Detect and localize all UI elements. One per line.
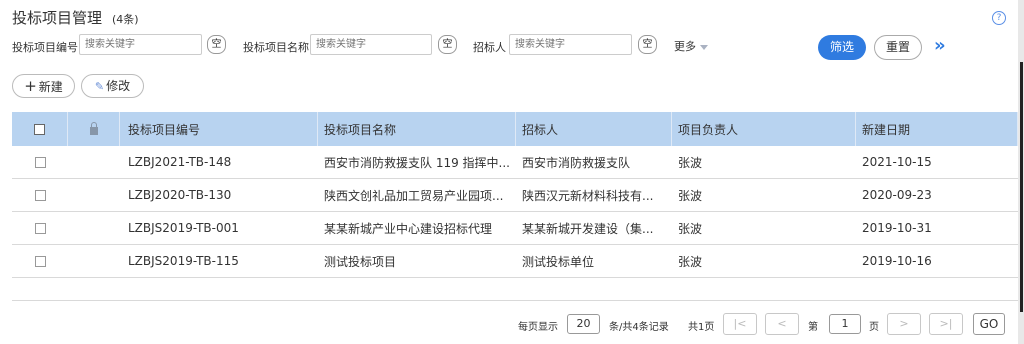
filter-label-name: 投标项目名称	[243, 41, 309, 54]
table-empty-space	[12, 278, 1018, 301]
cell-name: 测试投标项目	[324, 254, 397, 269]
lock-column	[68, 112, 120, 146]
cell-date: 2020-09-23	[862, 188, 932, 202]
column-header-name[interactable]: 投标项目名称	[318, 112, 516, 146]
select-all-checkbox[interactable]	[34, 123, 45, 135]
table-row[interactable]: LZBJS2019-TB-115 测试投标项目 测试投标单位 张波 2019-1…	[12, 245, 1018, 278]
reset-button[interactable]: 重置	[874, 35, 922, 60]
per-page-label: 每页显示	[518, 322, 558, 333]
more-filters-toggle[interactable]: 更多	[674, 38, 708, 54]
search-input-bidder[interactable]	[509, 34, 632, 55]
cell-owner: 张波	[678, 221, 703, 236]
pencil-icon: ✎	[94, 80, 105, 93]
clear-button-bidder[interactable]: 空	[638, 35, 657, 54]
row-checkbox[interactable]	[34, 255, 46, 267]
more-label: 更多	[674, 40, 696, 53]
per-page-input[interactable]: 20	[567, 314, 600, 334]
cell-code: LZBJS2019-TB-115	[128, 254, 239, 268]
new-button[interactable]: + 新建	[12, 74, 75, 98]
cell-date: 2019-10-31	[862, 221, 932, 235]
table-header: 投标项目编号 投标项目名称 招标人 项目负责人 新建日期	[12, 112, 1018, 146]
column-header-code[interactable]: 投标项目编号	[120, 112, 318, 146]
row-checkbox-cell	[12, 179, 68, 211]
page-number-input[interactable]: 1	[829, 314, 861, 334]
cell-owner: 张波	[678, 254, 703, 269]
row-checkbox[interactable]	[34, 222, 46, 234]
edge-bar	[1020, 62, 1023, 312]
record-count: (4条)	[112, 13, 139, 26]
column-header-bidder[interactable]: 招标人	[516, 112, 672, 146]
cell-owner: 张波	[678, 155, 703, 170]
page-label: 第	[808, 322, 818, 333]
cell-code: LZBJS2019-TB-001	[128, 221, 239, 235]
table-row[interactable]: LZBJ2020-TB-130 陕西文创礼品加工贸易产业园项... 陕西汉元新材…	[12, 179, 1018, 212]
cell-name: 陕西文创礼品加工贸易产业园项...	[324, 188, 504, 203]
cell-code: LZBJ2020-TB-130	[128, 188, 232, 202]
cell-code: LZBJ2021-TB-148	[128, 155, 232, 169]
edit-button[interactable]: ✎ 修改	[81, 74, 144, 98]
cell-bidder: 陕西汉元新材料科技有...	[522, 188, 654, 203]
last-page-button[interactable]: >|	[929, 313, 963, 335]
column-header-date[interactable]: 新建日期	[856, 112, 1018, 146]
cell-date: 2019-10-16	[862, 254, 932, 268]
filter-label-bidder: 招标人	[473, 41, 506, 54]
lock-cell	[68, 179, 120, 211]
cell-name: 西安市消防救援支队 119 指挥中...	[324, 155, 510, 170]
bid-project-panel: 投标项目管理 (4条) ? 投标项目编号 空 投标项目名称 空 招标人 空 更多…	[0, 0, 1018, 344]
lock-cell	[68, 245, 120, 277]
cell-bidder: 某某新城开发建设（集...	[522, 221, 654, 236]
cell-owner: 张波	[678, 188, 703, 203]
prev-page-button[interactable]: <	[765, 313, 799, 335]
records-text: 条/共4条记录	[609, 322, 669, 333]
caret-down-icon	[700, 44, 708, 50]
cell-bidder: 西安市消防救援支队	[522, 155, 631, 170]
next-page-button[interactable]: >	[887, 313, 921, 335]
plus-icon: +	[24, 77, 37, 95]
table-row[interactable]: LZBJS2019-TB-001 某某新城产业中心建设招标代理 某某新城开发建设…	[12, 212, 1018, 245]
page-title: 投标项目管理	[12, 9, 103, 27]
row-checkbox-cell	[12, 212, 68, 244]
cell-date: 2021-10-15	[862, 155, 932, 169]
double-chevron-right-icon[interactable]: »	[934, 35, 946, 57]
question-circle-icon[interactable]: ?	[992, 11, 1006, 25]
table-row[interactable]: LZBJ2021-TB-148 西安市消防救援支队 119 指挥中... 西安市…	[12, 146, 1018, 179]
bid-project-table: 投标项目编号 投标项目名称 招标人 项目负责人 新建日期 LZBJ2021-TB…	[12, 112, 1018, 301]
new-label: 新建	[38, 80, 63, 94]
column-header-owner[interactable]: 项目负责人	[672, 112, 856, 146]
search-input-code[interactable]	[79, 34, 202, 55]
row-checkbox-cell	[12, 245, 68, 277]
lock-icon	[89, 121, 98, 135]
filter-button[interactable]: 筛选	[818, 35, 866, 60]
cell-bidder: 测试投标单位	[522, 254, 595, 269]
cell-name: 某某新城产业中心建设招标代理	[324, 221, 493, 236]
select-all-cell	[12, 112, 68, 146]
lock-cell	[68, 212, 120, 244]
title-row: 投标项目管理 (4条)	[12, 7, 139, 28]
clear-button-code[interactable]: 空	[207, 35, 226, 54]
row-checkbox-cell	[12, 146, 68, 178]
row-checkbox[interactable]	[34, 189, 46, 201]
clear-button-name[interactable]: 空	[438, 35, 457, 54]
filter-label-code: 投标项目编号	[12, 41, 78, 54]
page-suffix: 页	[869, 322, 879, 333]
go-button[interactable]: GO	[973, 313, 1005, 335]
row-checkbox[interactable]	[34, 156, 46, 168]
search-input-name[interactable]	[310, 34, 432, 55]
total-pages: 共1页	[688, 322, 715, 333]
window-edge	[1018, 0, 1024, 344]
edit-label: 修改	[106, 79, 131, 93]
first-page-button[interactable]: |<	[723, 313, 757, 335]
lock-cell	[68, 146, 120, 178]
